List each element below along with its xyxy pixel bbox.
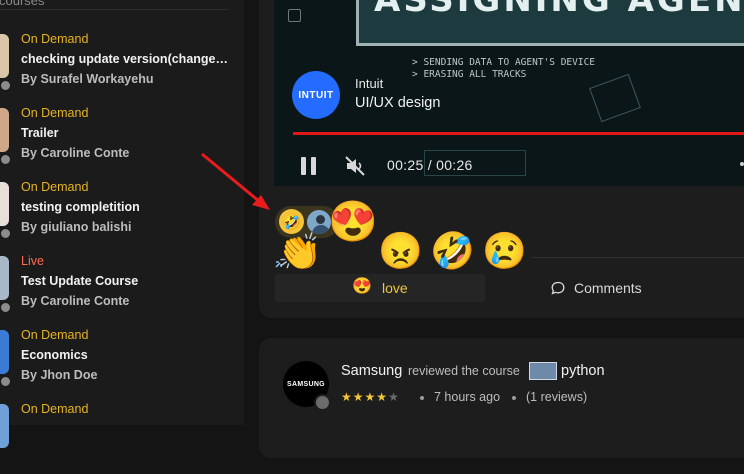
course-thumbnail <box>0 256 9 300</box>
meta-separator <box>420 396 424 400</box>
course-title: Economics <box>21 348 88 362</box>
course-author: Surafel Workayehu <box>40 72 154 86</box>
video-overlay-line: > ERASING ALL TRACKS <box>412 69 527 80</box>
channel-name[interactable]: Intuit <box>355 76 383 91</box>
reviewed-course-name[interactable]: python <box>561 363 605 379</box>
course-name[interactable]: UI/UX design <box>355 95 440 111</box>
channel-logo-text: INTUIT <box>298 89 334 101</box>
course-thumbnail <box>0 182 9 226</box>
mute-icon[interactable] <box>344 155 366 177</box>
reaction-love-option[interactable]: 😍 <box>328 202 378 242</box>
video-overlay-line: > SENDING DATA TO AGENT'S DEVICE <box>412 57 596 68</box>
video-decoration <box>589 73 641 123</box>
review-card <box>259 338 744 458</box>
channel-logo[interactable]: INTUIT <box>292 71 340 119</box>
sidebar-course-item[interactable]: On Demand Economics By Jhon Doe <box>0 326 244 400</box>
course-thumbnail <box>0 330 9 374</box>
reviewer-name[interactable]: Samsung <box>341 363 402 379</box>
more-options-icon[interactable] <box>740 162 744 166</box>
pause-icon[interactable] <box>300 157 318 175</box>
course-author-line: By Caroline Conte <box>21 146 129 160</box>
annotation-arrow-icon <box>201 152 270 210</box>
by-label: By <box>21 220 37 234</box>
course-author: Jhon Doe <box>40 368 98 382</box>
course-thumbnail <box>0 34 9 78</box>
presence-dot-icon <box>0 302 11 313</box>
video-time: 00:25 / 00:26 <box>387 157 473 173</box>
review-count: (1 reviews) <box>526 390 588 404</box>
course-title: testing completition <box>21 200 140 214</box>
reaction-divider <box>532 257 744 258</box>
comment-icon[interactable] <box>551 281 565 295</box>
course-status: On Demand <box>21 32 89 46</box>
by-label: By <box>21 368 37 382</box>
love-reaction-label: love <box>382 280 408 296</box>
star-rating: ★★★★★ <box>341 390 400 404</box>
reaction-sad-option[interactable]: 😢 <box>482 233 527 269</box>
star-filled-icon: ★ <box>352 390 365 404</box>
presence-dot-icon <box>0 154 11 165</box>
course-author: giuliano balishi <box>40 220 132 234</box>
reaction-laugh-option[interactable]: 🤣 <box>430 233 475 269</box>
course-author-line: By Caroline Conte <box>21 294 129 308</box>
sidebar-header: courses <box>0 0 45 8</box>
video-progress-bar[interactable] <box>293 132 744 135</box>
course-title: Test Update Course <box>21 274 139 288</box>
star-filled-icon: ★ <box>364 390 377 404</box>
love-reaction-button[interactable] <box>275 274 485 302</box>
course-status: On Demand <box>21 106 89 120</box>
course-author-line: By Surafel Workayehu <box>21 72 153 86</box>
presence-dot-icon <box>0 80 11 91</box>
sidebar-divider <box>0 9 228 10</box>
reaction-angry-option[interactable]: 😠 <box>378 233 423 269</box>
meta-separator <box>512 396 516 400</box>
course-status: On Demand <box>21 328 89 342</box>
course-thumbnail <box>0 404 9 448</box>
review-action-text: reviewed the course <box>408 364 520 378</box>
presence-dot-icon <box>0 228 11 239</box>
course-thumbnail <box>529 362 557 380</box>
star-filled-icon: ★ <box>341 390 353 404</box>
course-thumbnail <box>0 108 9 152</box>
presence-dot-icon <box>0 376 11 387</box>
course-author-line: By Jhon Doe <box>21 368 97 382</box>
by-label: By <box>21 146 37 160</box>
course-title: checking update version(changed... <box>21 52 233 66</box>
course-sidebar: courses On Demand checking update versio… <box>0 0 244 448</box>
video-corner-icon <box>288 9 301 22</box>
reviewer-logo-text: SAMSUNG <box>287 380 325 388</box>
course-author-line: By giuliano balishi <box>21 220 131 234</box>
sidebar-course-item[interactable]: On Demand checking update version(change… <box>0 30 244 104</box>
course-status: On Demand <box>21 180 89 194</box>
video-banner-text: ASSIGNING AGENT <box>374 0 744 20</box>
by-label: By <box>21 294 37 308</box>
sidebar-course-item[interactable]: Live Test Update Course By Caroline Cont… <box>0 252 244 326</box>
comments-button[interactable]: Comments <box>574 280 642 296</box>
course-author: Caroline Conte <box>40 146 130 160</box>
course-title: Trailer <box>21 126 59 140</box>
sidebar-course-item[interactable]: On Demand <box>0 400 244 474</box>
by-label: By <box>21 72 37 86</box>
love-emoji-icon: 😍 <box>352 278 372 295</box>
course-status: Live <box>21 254 44 268</box>
star-empty-icon: ★ <box>388 390 400 404</box>
presence-dot-icon <box>314 394 331 411</box>
course-status: On Demand <box>21 402 89 416</box>
review-time: 7 hours ago <box>434 390 501 404</box>
sparkle-icon <box>275 261 282 268</box>
star-filled-icon: ★ <box>376 390 389 404</box>
course-author: Caroline Conte <box>40 294 130 308</box>
